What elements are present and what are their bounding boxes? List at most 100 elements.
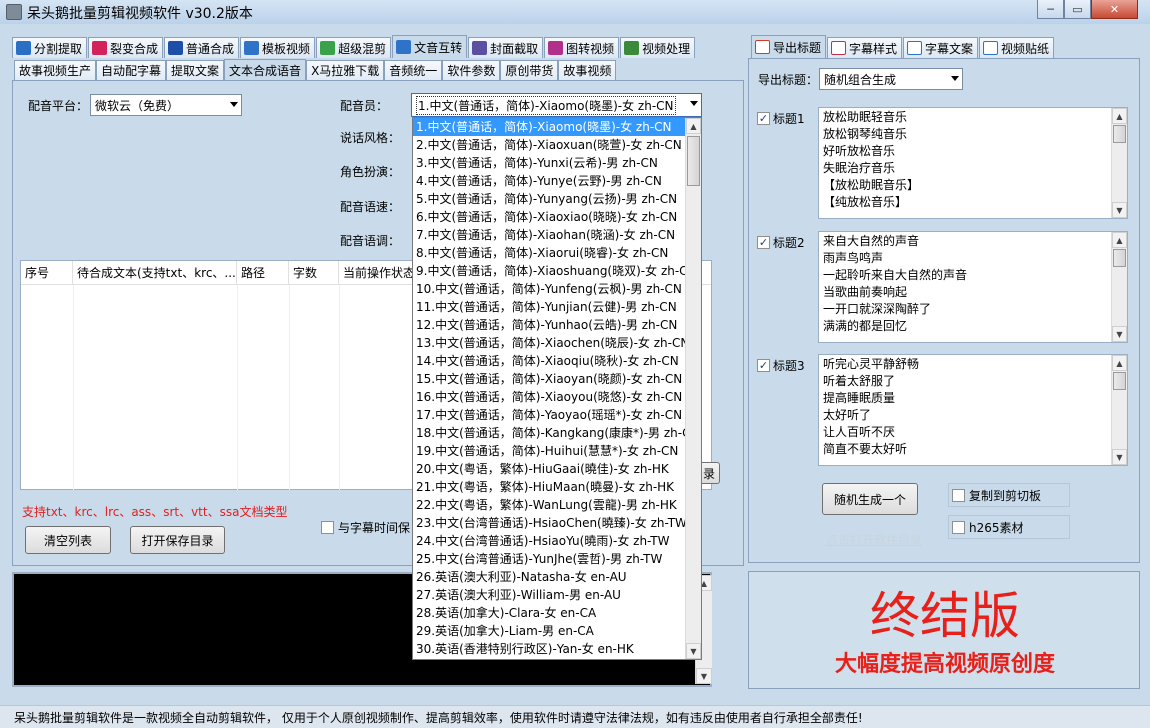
tab-main-8[interactable]: 视频处理 xyxy=(620,37,696,58)
voice-option[interactable]: 29.英语(加拿大)-Liam-男 en-CA xyxy=(413,622,686,640)
textarea-scrollbar[interactable]: ▲ ▼ xyxy=(1111,108,1127,218)
tab-main-2[interactable]: 普通合成 xyxy=(164,37,240,58)
tab-sub-4[interactable]: X马拉雅下载 xyxy=(306,60,385,80)
voice-option[interactable]: 9.中文(普通话，简体)-Xiaoshuang(晓双)-女 zh-CN xyxy=(413,262,686,280)
voice-option[interactable]: 7.中文(普通话，简体)-Xiaohan(晓涵)-女 zh-CN xyxy=(413,226,686,244)
scroll-down-icon[interactable]: ▼ xyxy=(1112,202,1127,218)
open-save-dir-button[interactable]: 打开保存目录 xyxy=(130,526,225,554)
voice-option[interactable]: 14.中文(普通话，简体)-Xiaoqiu(晓秋)-女 zh-CN xyxy=(413,352,686,370)
voice-option[interactable]: 25.中文(台湾普通话)-YunJhe(雲哲)-男 zh-TW xyxy=(413,550,686,568)
tab-main-4[interactable]: 超级混剪 xyxy=(316,37,392,58)
tab-right-0[interactable]: 导出标题 xyxy=(751,35,827,58)
scroll-up-icon[interactable]: ▲ xyxy=(1112,355,1127,371)
tab-main-0[interactable]: 分割提取 xyxy=(12,37,88,58)
open-software-dir-link[interactable]: 点击打开软件目录 xyxy=(826,531,922,548)
scroll-down-icon[interactable]: ▼ xyxy=(1112,449,1127,465)
voice-option[interactable]: 18.中文(普通话，简体)-Kangkang(康康*)-男 zh-CN xyxy=(413,424,686,442)
title-2-option[interactable]: ✓ 标题2 xyxy=(757,234,805,251)
scroll-thumb[interactable] xyxy=(1113,372,1126,390)
tab-sub-7[interactable]: 原创带货 xyxy=(500,60,559,80)
voice-option[interactable]: 1.中文(普通话，简体)-Xiaomo(晓墨)-女 zh-CN xyxy=(413,118,686,136)
voice-option[interactable]: 8.中文(普通话，简体)-Xiaorui(晓睿)-女 zh-CN xyxy=(413,244,686,262)
voice-option[interactable]: 27.英语(澳大利亚)-William-男 en-AU xyxy=(413,586,686,604)
clear-list-button[interactable]: 清空列表 xyxy=(25,526,111,554)
voice-option[interactable]: 17.中文(普通话，简体)-Yaoyao(瑶瑶*)-女 zh-CN xyxy=(413,406,686,424)
random-generate-button[interactable]: 随机生成一个 xyxy=(822,483,918,515)
tab-sub-2[interactable]: 提取文案 xyxy=(166,60,225,80)
title-3-textarea[interactable]: 听完心灵平静舒畅 听着太舒服了 提高睡眠质量 太好听了 让人百听不厌 简直不要太好听 ▲ ▼ xyxy=(818,354,1128,466)
column-header-index[interactable]: 序号 xyxy=(21,261,73,285)
voice-option[interactable]: 3.中文(普通话，简体)-Yunxi(云希)-男 zh-CN xyxy=(413,154,686,172)
close-button[interactable]: ✕ xyxy=(1091,0,1138,19)
tab-right-3[interactable]: 视频贴纸 xyxy=(979,37,1055,58)
copy-clipboard-option[interactable]: 复制到剪切板 xyxy=(948,483,1070,507)
voice-option[interactable]: 5.中文(普通话，简体)-Yunyang(云扬)-男 zh-CN xyxy=(413,190,686,208)
scroll-thumb[interactable] xyxy=(1113,249,1126,267)
minimize-button[interactable]: ─ xyxy=(1037,0,1064,19)
title-1-textarea[interactable]: 放松助眠轻音乐 放松钢琴纯音乐 好听放松音乐 失眠治疗音乐 【放松助眠音乐】 【纯放松音乐… xyxy=(818,107,1128,219)
voice-option[interactable]: 28.英语(加拿大)-Clara-女 en-CA xyxy=(413,604,686,622)
title-2-checkbox[interactable]: ✓ xyxy=(757,236,770,249)
textarea-scrollbar[interactable]: ▲ ▼ xyxy=(1111,232,1127,342)
voice-option[interactable]: 15.中文(普通话，简体)-Xiaoyan(晓颜)-女 zh-CN xyxy=(413,370,686,388)
tab-main-7[interactable]: 图转视频 xyxy=(544,37,620,58)
tab-right-1[interactable]: 字幕样式 xyxy=(827,37,903,58)
copy-clipboard-checkbox[interactable] xyxy=(952,488,965,502)
tab-sub-8[interactable]: 故事视频 xyxy=(558,60,617,80)
voice-option[interactable]: 23.中文(台湾普通话)-HsiaoChen(曉臻)-女 zh-TW xyxy=(413,514,686,532)
column-header-count[interactable]: 字数 xyxy=(289,261,339,285)
voice-option[interactable]: 10.中文(普通话，简体)-Yunfeng(云枫)-男 zh-CN xyxy=(413,280,686,298)
side-action-button[interactable]: 录 xyxy=(699,462,720,484)
platform-select[interactable]: 微软云（免费） xyxy=(90,94,242,116)
voice-option[interactable]: 11.中文(普通话，简体)-Yunjian(云健)-男 zh-CN xyxy=(413,298,686,316)
voice-option[interactable]: 6.中文(普通话，简体)-Xiaoxiao(晓晓)-女 zh-CN xyxy=(413,208,686,226)
scroll-up-icon[interactable]: ▲ xyxy=(686,118,701,134)
voice-option[interactable]: 20.中文(粤语，繁体)-HiuGaai(曉佳)-女 zh-HK xyxy=(413,460,686,478)
tab-right-2[interactable]: 字幕文案 xyxy=(903,37,979,58)
scroll-thumb[interactable] xyxy=(687,136,700,186)
voice-option[interactable]: 21.中文(粤语，繁体)-HiuMaan(曉曼)-女 zh-HK xyxy=(413,478,686,496)
tab-sub-6[interactable]: 软件参数 xyxy=(442,60,501,80)
maximize-button[interactable]: ▭ xyxy=(1064,0,1091,19)
h265-option[interactable]: h265素材 xyxy=(948,515,1070,539)
dropdown-scrollbar[interactable]: ▲ ▼ xyxy=(685,118,701,659)
scroll-down-icon[interactable]: ▼ xyxy=(686,643,701,659)
scroll-down-icon[interactable]: ▼ xyxy=(696,668,712,684)
subtitle-sync-checkbox[interactable] xyxy=(321,521,334,534)
h265-checkbox[interactable] xyxy=(952,520,965,534)
scroll-up-icon[interactable]: ▲ xyxy=(1112,108,1127,124)
tab-sub-0[interactable]: 故事视频生产 xyxy=(14,60,97,80)
title-2-textarea[interactable]: 来自大自然的声音 雨声鸟鸣声 一起聆听来自大自然的声音 当歌曲前奏响起 一开口就深深陶醉… xyxy=(818,231,1128,343)
tab-main-1[interactable]: 裂变合成 xyxy=(88,37,164,58)
tab-sub-3[interactable]: 文本合成语音 xyxy=(224,59,307,80)
subtitle-sync-option[interactable]: 与字幕时间保 xyxy=(321,519,410,536)
column-header-text[interactable]: 待合成文本(支持txt、krc、... xyxy=(73,261,237,285)
voice-option[interactable]: 13.中文(普通话，简体)-Xiaochen(晓辰)-女 zh-CN xyxy=(413,334,686,352)
column-header-path[interactable]: 路径 xyxy=(237,261,289,285)
title-3-checkbox[interactable]: ✓ xyxy=(757,359,770,372)
scroll-down-icon[interactable]: ▼ xyxy=(1112,326,1127,342)
scroll-up-icon[interactable]: ▲ xyxy=(1112,232,1127,248)
voice-option[interactable]: 19.中文(普通话，简体)-Huihui(慧慧*)-女 zh-CN xyxy=(413,442,686,460)
voice-dropdown-list[interactable]: 1.中文(普通话，简体)-Xiaomo(晓墨)-女 zh-CN 2.中文(普通话，… xyxy=(412,117,702,660)
voice-option[interactable]: 2.中文(普通话，简体)-Xiaoxuan(晓萱)-女 zh-CN xyxy=(413,136,686,154)
textarea-scrollbar[interactable]: ▲ ▼ xyxy=(1111,355,1127,465)
title-1-checkbox[interactable]: ✓ xyxy=(757,112,770,125)
voice-option[interactable]: 24.中文(台湾普通话)-HsiaoYu(曉雨)-女 zh-TW xyxy=(413,532,686,550)
tab-main-5[interactable]: 文音互转 xyxy=(392,35,468,58)
scroll-thumb[interactable] xyxy=(1113,125,1126,143)
tab-main-3[interactable]: 模板视频 xyxy=(240,37,316,58)
title-3-option[interactable]: ✓ 标题3 xyxy=(757,357,805,374)
voice-option[interactable]: 12.中文(普通话，简体)-Yunhao(云皓)-男 zh-CN xyxy=(413,316,686,334)
tab-sub-5[interactable]: 音频统一 xyxy=(384,60,443,80)
voice-option[interactable]: 16.中文(普通话，简体)-Xiaoyou(晓悠)-女 zh-CN xyxy=(413,388,686,406)
title-1-option[interactable]: ✓ 标题1 xyxy=(757,110,805,127)
tab-sub-1[interactable]: 自动配字幕 xyxy=(96,60,167,80)
voice-select[interactable]: 1.中文(普通话，简体)-Xiaomo(晓墨)-女 zh-CN xyxy=(411,93,702,117)
voice-option[interactable]: 4.中文(普通话，简体)-Yunye(云野)-男 zh-CN xyxy=(413,172,686,190)
voice-option[interactable]: 30.英语(香港特别行政区)-Yan-女 en-HK xyxy=(413,640,686,658)
voice-option[interactable]: 22.中文(粤语，繁体)-WanLung(雲龍)-男 zh-HK xyxy=(413,496,686,514)
export-mode-select[interactable]: 随机组合生成 xyxy=(819,68,963,90)
voice-option[interactable]: 26.英语(澳大利亚)-Natasha-女 en-AU xyxy=(413,568,686,586)
tab-main-6[interactable]: 封面截取 xyxy=(468,37,544,58)
